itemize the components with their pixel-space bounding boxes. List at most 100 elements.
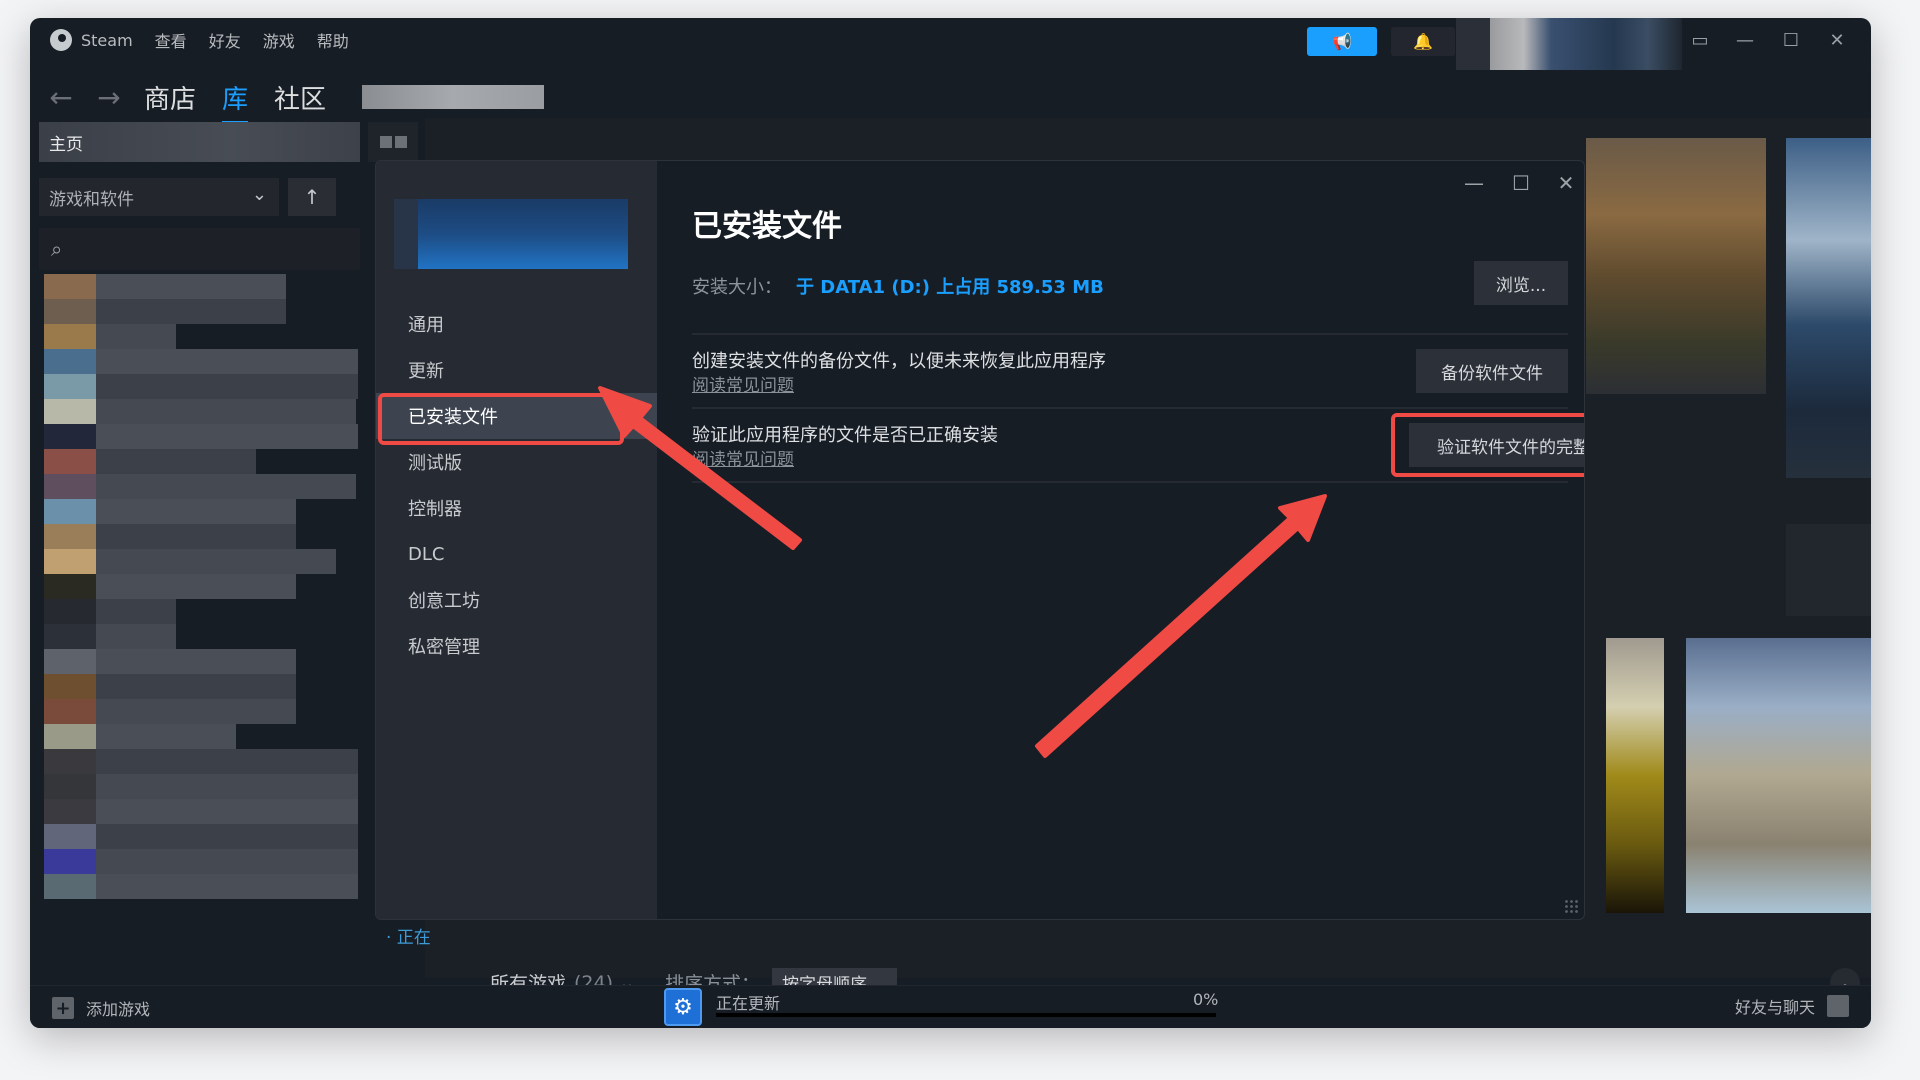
game-name-redacted xyxy=(96,849,358,874)
menu-games[interactable]: 游戏 xyxy=(263,28,295,52)
account-menu-redacted[interactable] xyxy=(1456,18,1682,70)
game-art-redacted[interactable] xyxy=(1786,524,1871,616)
friends-chat-button[interactable]: 好友与聊天 xyxy=(1735,994,1849,1018)
game-list-item-redacted[interactable] xyxy=(44,524,364,549)
game-list-item-redacted[interactable] xyxy=(44,299,364,324)
grid-view-button[interactable] xyxy=(368,122,418,162)
sort-button[interactable]: ↑ xyxy=(288,178,336,216)
megaphone-icon: 📢 xyxy=(1332,32,1352,51)
game-art-redacted[interactable] xyxy=(1686,638,1871,913)
game-art-redacted[interactable] xyxy=(1586,138,1766,394)
divider xyxy=(692,333,1568,335)
close-icon[interactable]: ✕ xyxy=(1822,30,1852,51)
maximize-icon[interactable]: ☐ xyxy=(1776,30,1806,51)
tab-community[interactable]: 社区 xyxy=(274,79,326,116)
game-list-item-redacted[interactable] xyxy=(44,799,364,824)
game-list-item-redacted[interactable] xyxy=(44,424,364,449)
notifications-button[interactable]: 🔔 xyxy=(1391,27,1455,56)
browse-button[interactable]: 浏览... xyxy=(1474,261,1568,305)
game-name-redacted xyxy=(96,599,176,624)
game-list-item-redacted[interactable] xyxy=(44,624,364,649)
announcements-button[interactable]: 📢 xyxy=(1307,27,1377,56)
game-icon xyxy=(44,499,96,524)
sidebar-home[interactable]: 主页 xyxy=(39,122,360,162)
game-icon xyxy=(44,824,96,849)
game-list-item-redacted[interactable] xyxy=(44,274,364,299)
verify-integrity-button[interactable]: 验证软件文件的完整性 xyxy=(1409,423,1584,467)
game-list-item-redacted[interactable] xyxy=(44,449,364,474)
dialog-nav-privacy[interactable]: 私密管理 xyxy=(376,623,657,669)
add-game-button[interactable]: + 添加游戏 xyxy=(52,996,150,1020)
dialog-nav-dlc[interactable]: DLC xyxy=(376,531,657,577)
game-list-item-redacted[interactable] xyxy=(44,549,364,574)
game-list-item-redacted[interactable] xyxy=(44,849,364,874)
game-list-item-redacted[interactable] xyxy=(44,599,364,624)
install-size-label: 安装大小： xyxy=(692,277,782,298)
game-list-item-redacted[interactable] xyxy=(44,499,364,524)
dialog-nav-workshop[interactable]: 创意工坊 xyxy=(376,577,657,623)
game-list-item-redacted[interactable] xyxy=(44,474,364,499)
game-icon xyxy=(44,849,96,874)
dialog-nav-betas[interactable]: 测试版 xyxy=(376,439,657,485)
download-status[interactable]: 正在更新 xyxy=(716,990,780,1014)
back-arrow-icon[interactable]: ← xyxy=(48,81,74,114)
download-progress-bar xyxy=(716,1013,1216,1017)
tab-library[interactable]: 库 xyxy=(222,79,249,124)
download-gear-icon[interactable]: ⚙ xyxy=(664,988,702,1026)
dialog-maximize-icon[interactable]: ☐ xyxy=(1506,171,1536,195)
username-tab-redacted[interactable] xyxy=(362,85,545,109)
page-title: 已安装文件 xyxy=(692,209,842,244)
dialog-minimize-icon[interactable]: — xyxy=(1459,171,1489,195)
dialog-nav-general[interactable]: 通用 xyxy=(376,301,657,347)
menu-help[interactable]: 帮助 xyxy=(317,28,349,52)
game-list-item-redacted[interactable] xyxy=(44,874,364,899)
menu-steam[interactable]: Steam xyxy=(81,31,133,50)
plus-icon: + xyxy=(52,997,74,1019)
game-list-item-redacted[interactable] xyxy=(44,649,364,674)
game-list-item-redacted[interactable] xyxy=(44,749,364,774)
nav-label: 已安装文件 xyxy=(408,407,498,428)
game-icon xyxy=(44,574,96,599)
game-icon xyxy=(44,399,96,424)
big-picture-icon[interactable]: ▭ xyxy=(1685,30,1715,51)
forward-arrow-icon[interactable]: → xyxy=(96,81,122,114)
nav-label: 私密管理 xyxy=(408,637,480,658)
game-list-item-redacted[interactable] xyxy=(44,699,364,724)
backup-files-button[interactable]: 备份软件文件 xyxy=(1416,349,1568,393)
game-list-item-redacted[interactable] xyxy=(44,574,364,599)
dialog-nav-updates[interactable]: 更新 xyxy=(376,347,657,393)
dialog-nav-controller[interactable]: 控制器 xyxy=(376,485,657,531)
nav-label: 创意工坊 xyxy=(408,591,480,612)
friends-icon xyxy=(1827,995,1849,1017)
resize-grip[interactable] xyxy=(1564,899,1578,913)
game-list-item-redacted[interactable] xyxy=(44,674,364,699)
game-art-redacted[interactable] xyxy=(1786,138,1871,478)
verify-faq-link[interactable]: 阅读常见问题 xyxy=(692,445,794,470)
verify-highlight-box: 验证软件文件的完整性 xyxy=(1391,413,1584,477)
minimize-icon[interactable]: — xyxy=(1730,30,1760,51)
game-list-item-redacted[interactable] xyxy=(44,349,364,374)
library-search-input[interactable]: ⌕ xyxy=(39,228,360,270)
game-icon xyxy=(44,349,96,374)
game-list-item-redacted[interactable] xyxy=(44,774,364,799)
game-list-item-redacted[interactable] xyxy=(44,374,364,399)
menu-view[interactable]: 查看 xyxy=(155,28,187,52)
game-name-redacted xyxy=(96,549,336,574)
dialog-close-icon[interactable]: ✕ xyxy=(1551,171,1581,195)
game-list-item-redacted[interactable] xyxy=(44,824,364,849)
game-icon xyxy=(44,324,96,349)
tab-store[interactable]: 商店 xyxy=(144,79,196,116)
game-icon xyxy=(44,274,96,299)
menu-friends[interactable]: 好友 xyxy=(209,28,241,52)
library-filter-select[interactable]: 游戏和软件 ⌄ xyxy=(39,178,279,216)
game-icon xyxy=(44,624,96,649)
steam-window: Steam 查看 好友 游戏 帮助 ← → 商店 库 社区 📢 🔔 ▭ — ☐ … xyxy=(30,18,1871,1028)
game-list-item-redacted[interactable] xyxy=(44,324,364,349)
game-art-redacted[interactable] xyxy=(1606,638,1664,913)
game-name-redacted xyxy=(96,799,358,824)
game-name-redacted xyxy=(96,349,358,374)
dialog-nav-installed-files[interactable]: 已安装文件 xyxy=(376,393,657,445)
game-list-item-redacted[interactable] xyxy=(44,399,364,424)
backup-faq-link[interactable]: 阅读常见问题 xyxy=(692,371,794,396)
game-list-item-redacted[interactable] xyxy=(44,724,364,749)
